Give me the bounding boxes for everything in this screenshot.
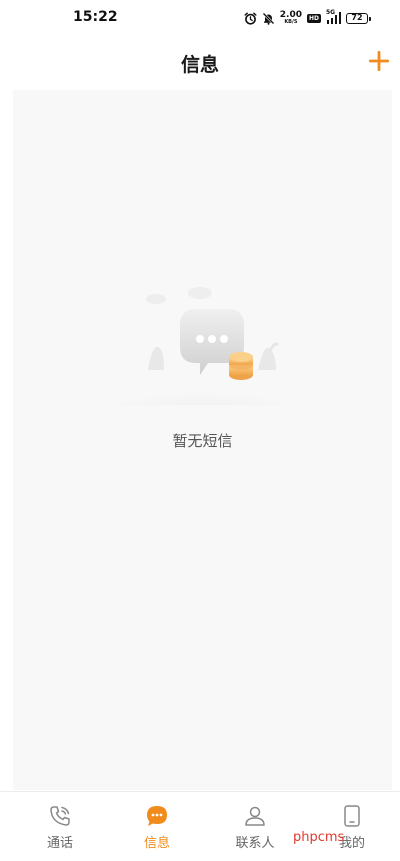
phone-icon xyxy=(50,806,70,826)
hd-badge: HD xyxy=(306,13,321,23)
alarm-icon xyxy=(244,12,257,25)
page-title: 信息 xyxy=(180,54,219,76)
battery-level: 72 xyxy=(351,13,363,22)
add-button[interactable] xyxy=(366,48,392,74)
tab-me[interactable]: 我的 xyxy=(302,792,400,861)
header: 信息 xyxy=(0,36,400,90)
message-list-empty: 暂无短信 xyxy=(13,90,392,790)
signal-label: 5G xyxy=(326,9,336,16)
tab-calls[interactable]: 通话 xyxy=(10,792,110,861)
tab-messages[interactable]: 信息 xyxy=(107,792,207,861)
net-speed: 2.00 KB/S xyxy=(280,11,302,25)
mute-icon xyxy=(262,12,275,25)
tab-bar: 通话 信息 联系人 我的 xyxy=(0,791,400,861)
net-speed-unit: KB/S xyxy=(284,19,298,25)
plus-icon xyxy=(369,51,389,71)
tab-label-contacts: 联系人 xyxy=(235,836,275,851)
tab-label-calls: 通话 xyxy=(46,836,73,851)
person-icon xyxy=(245,806,265,826)
tab-label-messages: 信息 xyxy=(143,836,170,851)
tab-contacts[interactable]: 联系人 xyxy=(205,792,305,861)
message-bubble-icon xyxy=(147,806,167,826)
signal-icon: 5G xyxy=(326,9,341,24)
empty-illustration xyxy=(108,285,298,419)
status-icons: 2.00 KB/S HD 5G 72 xyxy=(244,9,371,26)
device-icon xyxy=(344,805,360,827)
status-time: 15:22 xyxy=(73,9,118,25)
empty-message: 暂无短信 xyxy=(172,432,233,450)
status-bar: 15:22 2.00 KB/S HD 5G 72 xyxy=(0,0,400,36)
battery-icon: 72 xyxy=(346,12,371,24)
watermark: phpcms xyxy=(293,830,345,845)
